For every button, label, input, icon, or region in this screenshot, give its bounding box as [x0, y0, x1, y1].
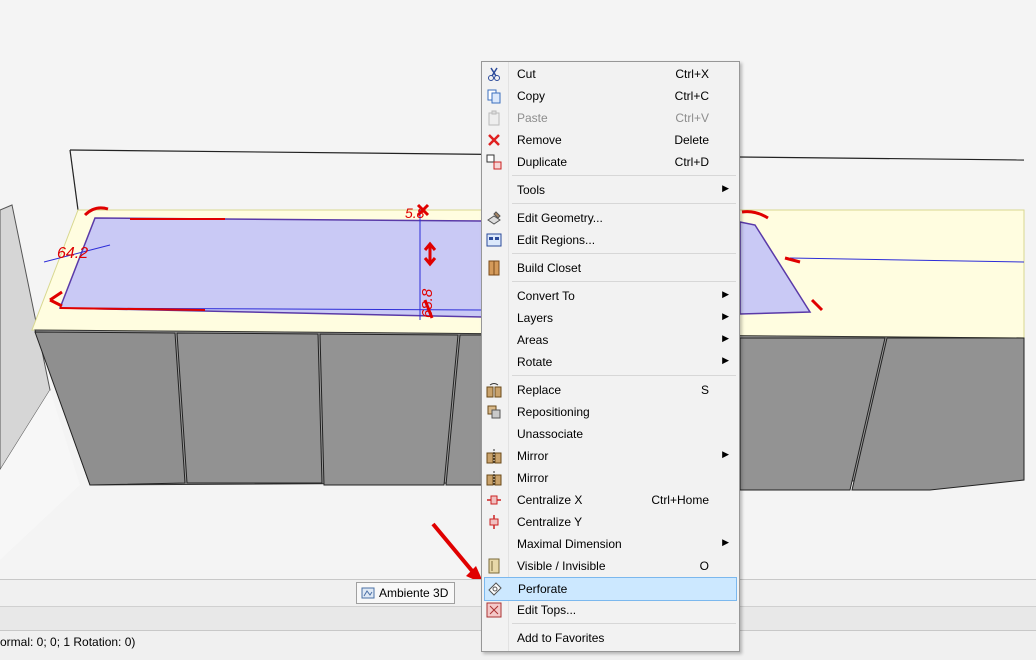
menu-item-label: Rotate — [517, 355, 553, 369]
menu-item-label: Duplicate — [517, 155, 568, 169]
menu-separator — [512, 375, 736, 376]
menu-item-mirror[interactable]: Mirror ▶ — [484, 445, 737, 467]
submenu-arrow-icon: ▶ — [722, 355, 729, 365]
menu-item-edit-tops[interactable]: Edit Tops... — [484, 599, 737, 621]
menu-item-duplicate[interactable]: Duplicate Ctrl+D — [484, 151, 737, 173]
menu-item-unassociate[interactable]: Unassociate — [484, 423, 737, 445]
menu-item-label: Maximal Dimension — [517, 537, 622, 551]
menu-separator — [512, 175, 736, 176]
menu-separator — [512, 623, 736, 624]
menu-item-maximal-dimension[interactable]: Maximal Dimension ▶ — [484, 533, 737, 555]
submenu-arrow-icon: ▶ — [722, 333, 729, 343]
menu-item-label: Edit Geometry... — [517, 211, 603, 225]
tab-label: Ambiente 3D — [379, 586, 449, 600]
menu-item-edit-regions[interactable]: Edit Regions... — [484, 229, 737, 251]
menu-item-label: Remove — [517, 133, 562, 147]
menu-item-label: Perforate — [518, 582, 568, 596]
pointer-arrow — [431, 522, 480, 580]
menu-item-convert-to[interactable]: Convert To ▶ — [484, 285, 737, 307]
menu-item-label: Edit Regions... — [517, 233, 596, 247]
menu-item-rotate[interactable]: Rotate ▶ — [484, 351, 737, 373]
menu-item-repositioning[interactable]: Repositioning — [484, 401, 737, 423]
status-text: ormal: 0; 0; 1 Rotation: 0) — [0, 635, 136, 649]
menu-item-shortcut: Ctrl+X — [675, 67, 709, 81]
edit-geometry-icon — [486, 210, 502, 226]
dimension-label: 68.8 — [419, 288, 436, 318]
menu-item-label: Mirror — [517, 471, 549, 485]
menu-item-shortcut: S — [700, 383, 709, 397]
tab-ambiente-3d[interactable]: Ambiente 3D — [356, 582, 456, 604]
menu-item-label: Edit Tops... — [517, 603, 577, 617]
menu-item-label: Mirror — [517, 449, 549, 463]
menu-item-perforate[interactable]: Perforate — [484, 577, 737, 601]
menu-item-edit-geometry[interactable]: Edit Geometry... — [484, 207, 737, 229]
submenu-arrow-icon: ▶ — [722, 311, 729, 321]
repositioning-icon — [486, 404, 502, 420]
menu-item-label: Convert To — [517, 289, 575, 303]
submenu-arrow-icon: ▶ — [722, 537, 729, 547]
copy-icon — [486, 88, 502, 104]
menu-item-label: Paste — [517, 111, 548, 125]
menu-item-paste: Paste Ctrl+V — [484, 107, 737, 129]
visibility-icon — [486, 558, 502, 574]
menu-item-layers[interactable]: Layers ▶ — [484, 307, 737, 329]
menu-item-cut[interactable]: Cut Ctrl+X — [484, 63, 737, 85]
menu-item-shortcut: Delete — [674, 133, 709, 147]
submenu-arrow-icon: ▶ — [722, 449, 729, 459]
menu-item-label: Unassociate — [517, 427, 584, 441]
menu-item-label: Replace — [517, 383, 562, 397]
menu-item-copy[interactable]: Copy Ctrl+C — [484, 85, 737, 107]
menu-item-label: Cut — [517, 67, 536, 81]
menu-item-shortcut: Ctrl+D — [674, 155, 709, 169]
menu-separator — [512, 203, 736, 204]
menu-item-shortcut: Ctrl+V — [675, 111, 709, 125]
menu-item-label: Build Closet — [517, 261, 582, 275]
mirror-icon — [486, 470, 502, 486]
dimension-label: 64.2 — [57, 245, 88, 262]
menu-item-label: Repositioning — [517, 405, 590, 419]
menu-item-label: Copy — [517, 89, 546, 103]
dimension-label: 5.8 — [405, 205, 425, 221]
menu-item-tools[interactable]: Tools ▶ — [484, 179, 737, 201]
cabinet-door — [176, 332, 323, 484]
edit-regions-icon — [486, 232, 502, 248]
menu-item-label: Centralize X — [517, 493, 583, 507]
menu-item-label: Tools — [517, 183, 546, 197]
cabinet-door — [319, 333, 459, 486]
submenu-arrow-icon: ▶ — [722, 289, 729, 299]
menu-item-label: Layers — [517, 311, 554, 325]
menu-item-centralize-x[interactable]: Centralize X Ctrl+Home — [484, 489, 737, 511]
submenu-arrow-icon: ▶ — [722, 183, 729, 193]
menu-item-shortcut: O — [699, 559, 709, 573]
scissors-icon — [486, 66, 502, 82]
centralize-y-icon — [486, 514, 502, 530]
edit-tops-icon — [486, 602, 502, 618]
build-closet-icon — [486, 260, 502, 276]
menu-item-areas[interactable]: Areas ▶ — [484, 329, 737, 351]
menu-item-mirror[interactable]: Mirror — [484, 467, 737, 489]
menu-separator — [512, 253, 736, 254]
menu-item-remove[interactable]: Remove Delete — [484, 129, 737, 151]
menu-item-build-closet[interactable]: Build Closet — [484, 257, 737, 279]
menu-item-centralize-y[interactable]: Centralize Y — [484, 511, 737, 533]
menu-item-add-to-favorites[interactable]: Add to Favorites — [484, 627, 737, 649]
replace-icon — [486, 382, 502, 398]
centralize-x-icon — [486, 492, 502, 508]
context-menu[interactable]: Cut Ctrl+X Copy Ctrl+C Paste Ctrl+V Remove Dele… — [481, 61, 740, 652]
menu-item-label: Centralize Y — [517, 515, 583, 529]
menu-item-label: Areas — [517, 333, 549, 347]
menu-item-visible-invisible[interactable]: Visible / Invisible O — [484, 555, 737, 577]
paste-icon — [486, 110, 502, 126]
scene-icon — [361, 587, 375, 599]
menu-item-replace[interactable]: Replace S — [484, 379, 737, 401]
perforate-icon — [487, 581, 503, 597]
duplicate-icon — [486, 154, 502, 170]
menu-item-label: Add to Favorites — [517, 631, 605, 645]
menu-item-shortcut: Ctrl+Home — [651, 493, 709, 507]
mirror-icon — [486, 448, 502, 464]
menu-item-shortcut: Ctrl+C — [674, 89, 709, 103]
menu-separator — [512, 281, 736, 282]
menu-item-label: Visible / Invisible — [517, 559, 606, 573]
remove-x-icon — [486, 132, 502, 148]
